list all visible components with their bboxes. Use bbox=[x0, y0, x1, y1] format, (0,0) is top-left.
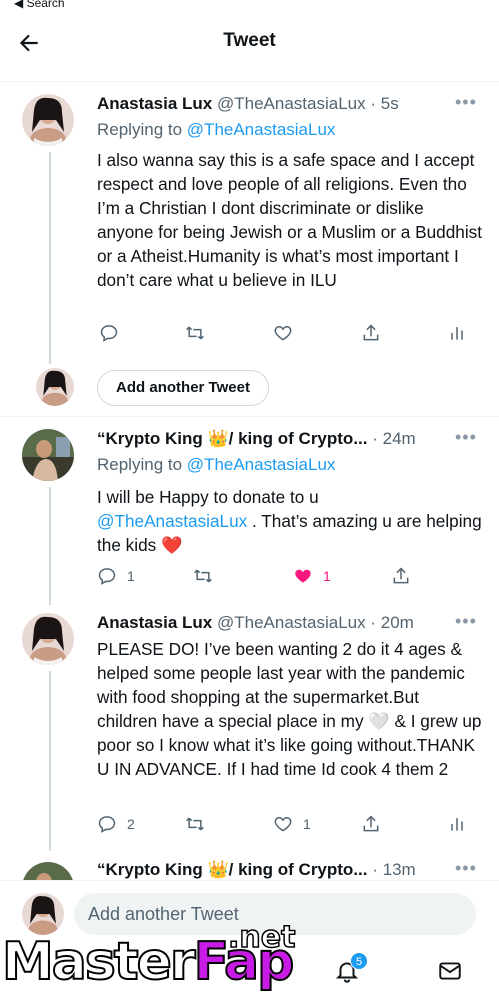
retweet-icon bbox=[194, 569, 212, 583]
author-name[interactable]: “Krypto King 👑/ king of Crypto... bbox=[97, 429, 368, 448]
add-another-tweet-button[interactable]: Add another Tweet bbox=[97, 370, 269, 406]
share-button[interactable] bbox=[361, 811, 381, 837]
more-options-icon[interactable]: ••• bbox=[455, 427, 476, 447]
mail-icon bbox=[439, 962, 461, 980]
tweet-author-line: “Krypto King 👑/ king of Crypto... · 24m bbox=[97, 429, 479, 451]
analytics-button[interactable] bbox=[447, 320, 467, 346]
notification-badge: 5 bbox=[350, 952, 368, 970]
replying-to: Replying to @TheAnastasiaLux bbox=[97, 120, 335, 140]
tweet-actions: 1 1 bbox=[97, 563, 472, 589]
tweet-text: PLEASE DO! I’ve been wanting 2 do it 4 a… bbox=[97, 639, 482, 779]
heart-filled-icon bbox=[295, 569, 311, 583]
avatar[interactable] bbox=[22, 94, 74, 146]
retweet-icon bbox=[186, 817, 204, 831]
tweet-4[interactable]: “Krypto King 👑/ king of Crypto... · 13m … bbox=[0, 850, 499, 880]
tweet-2[interactable]: “Krypto King 👑/ king of Crypto... · 24m … bbox=[0, 417, 499, 605]
thread-line bbox=[49, 487, 51, 605]
like-count: 1 bbox=[303, 816, 311, 832]
tweet-time[interactable]: 5s bbox=[381, 94, 399, 113]
tweet-text-start: I will be Happy to donate to u bbox=[97, 487, 319, 507]
status-bar: ◀ Search bbox=[0, 0, 499, 12]
thread-line bbox=[49, 671, 51, 851]
thread-reply-avatar[interactable] bbox=[36, 368, 74, 406]
watermark-master-text: Master bbox=[1, 931, 197, 993]
tweet-actions: 2 1 bbox=[97, 811, 472, 837]
analytics-icon bbox=[451, 327, 463, 340]
tweet-header: Tweet bbox=[0, 12, 499, 82]
replying-prefix: Replying to bbox=[97, 455, 183, 474]
like-button[interactable] bbox=[273, 320, 303, 346]
more-options-icon[interactable]: ••• bbox=[455, 858, 476, 878]
more-options-icon[interactable]: ••• bbox=[455, 92, 476, 112]
tab-notifications[interactable]: 5 bbox=[334, 952, 368, 988]
reply-button[interactable]: 1 bbox=[97, 563, 135, 589]
separator-dot: · bbox=[370, 613, 377, 632]
heart-icon bbox=[274, 325, 292, 341]
separator-dot: · bbox=[372, 429, 378, 448]
share-icon bbox=[363, 324, 379, 341]
reply-button[interactable] bbox=[99, 320, 129, 346]
tweet-text: I will be Happy to donate to u @TheAnast… bbox=[97, 485, 482, 557]
tweet-text: I also wanna say this is a safe space an… bbox=[97, 150, 483, 290]
reply-count: 2 bbox=[127, 816, 135, 832]
mention-link[interactable]: @TheAnastasiaLux bbox=[97, 511, 247, 531]
page-title: Tweet bbox=[223, 30, 276, 51]
tweet-author-line: Anastasia Lux @TheAnastasiaLux · 20m bbox=[97, 613, 479, 635]
back-to-search-link[interactable]: ◀ Search bbox=[14, 0, 65, 10]
replying-prefix: Replying to bbox=[97, 120, 183, 139]
more-options-icon[interactable]: ••• bbox=[455, 611, 476, 631]
tweet-author-line: Anastasia Lux @TheAnastasiaLux · 5s bbox=[97, 94, 479, 116]
separator-dot: · bbox=[372, 860, 378, 879]
reply-button[interactable]: 2 bbox=[97, 811, 135, 837]
replying-to: Replying to @TheAnastasiaLux bbox=[97, 455, 335, 475]
author-name[interactable]: Anastasia Lux bbox=[97, 94, 212, 113]
tweet-3[interactable]: Anastasia Lux @TheAnastasiaLux · 20m •••… bbox=[0, 605, 499, 851]
reply-count: 1 bbox=[127, 568, 135, 584]
reply-icon bbox=[100, 325, 118, 342]
thread-line bbox=[49, 152, 51, 364]
analytics-icon bbox=[451, 818, 463, 831]
reply-icon bbox=[98, 816, 116, 833]
reply-icon bbox=[98, 568, 116, 585]
author-handle[interactable]: @TheAnastasiaLux bbox=[217, 94, 366, 113]
replying-handle-link[interactable]: @TheAnastasiaLux bbox=[187, 455, 336, 474]
avatar[interactable] bbox=[22, 862, 74, 880]
tweet-time[interactable]: 13m bbox=[383, 860, 416, 879]
tab-messages[interactable] bbox=[437, 958, 467, 988]
share-button[interactable] bbox=[391, 563, 411, 589]
like-count: 1 bbox=[323, 568, 331, 584]
tweet-time[interactable]: 24m bbox=[383, 429, 416, 448]
retweet-button[interactable] bbox=[185, 811, 215, 837]
replying-handle-link[interactable]: @TheAnastasiaLux bbox=[187, 120, 336, 139]
watermark-logo: MasterFap .net bbox=[1, 919, 302, 1000]
like-button[interactable]: 1 bbox=[273, 811, 311, 837]
watermark-net-text: .net bbox=[227, 919, 296, 956]
author-name[interactable]: “Krypto King 👑/ king of Crypto... bbox=[97, 860, 368, 879]
heart-icon bbox=[274, 816, 292, 832]
tweet-1[interactable]: Anastasia Lux @TheAnastasiaLux · 5s ••• … bbox=[0, 82, 499, 412]
author-name[interactable]: Anastasia Lux bbox=[97, 613, 212, 632]
share-icon bbox=[363, 815, 379, 832]
retweet-button[interactable] bbox=[185, 320, 215, 346]
analytics-button[interactable] bbox=[447, 811, 467, 837]
tweet-time[interactable]: 20m bbox=[381, 613, 414, 632]
retweet-button[interactable] bbox=[193, 563, 223, 589]
avatar[interactable] bbox=[22, 429, 74, 481]
like-button[interactable]: 1 bbox=[293, 563, 331, 589]
separator-dot: · bbox=[370, 94, 377, 113]
tweet-actions bbox=[97, 320, 472, 346]
author-handle[interactable]: @TheAnastasiaLux bbox=[217, 613, 366, 632]
share-button[interactable] bbox=[361, 320, 381, 346]
share-icon bbox=[393, 567, 409, 584]
retweet-icon bbox=[186, 326, 204, 340]
tweet-author-line: “Krypto King 👑/ king of Crypto... · 13m bbox=[97, 860, 479, 880]
avatar[interactable] bbox=[22, 613, 74, 665]
